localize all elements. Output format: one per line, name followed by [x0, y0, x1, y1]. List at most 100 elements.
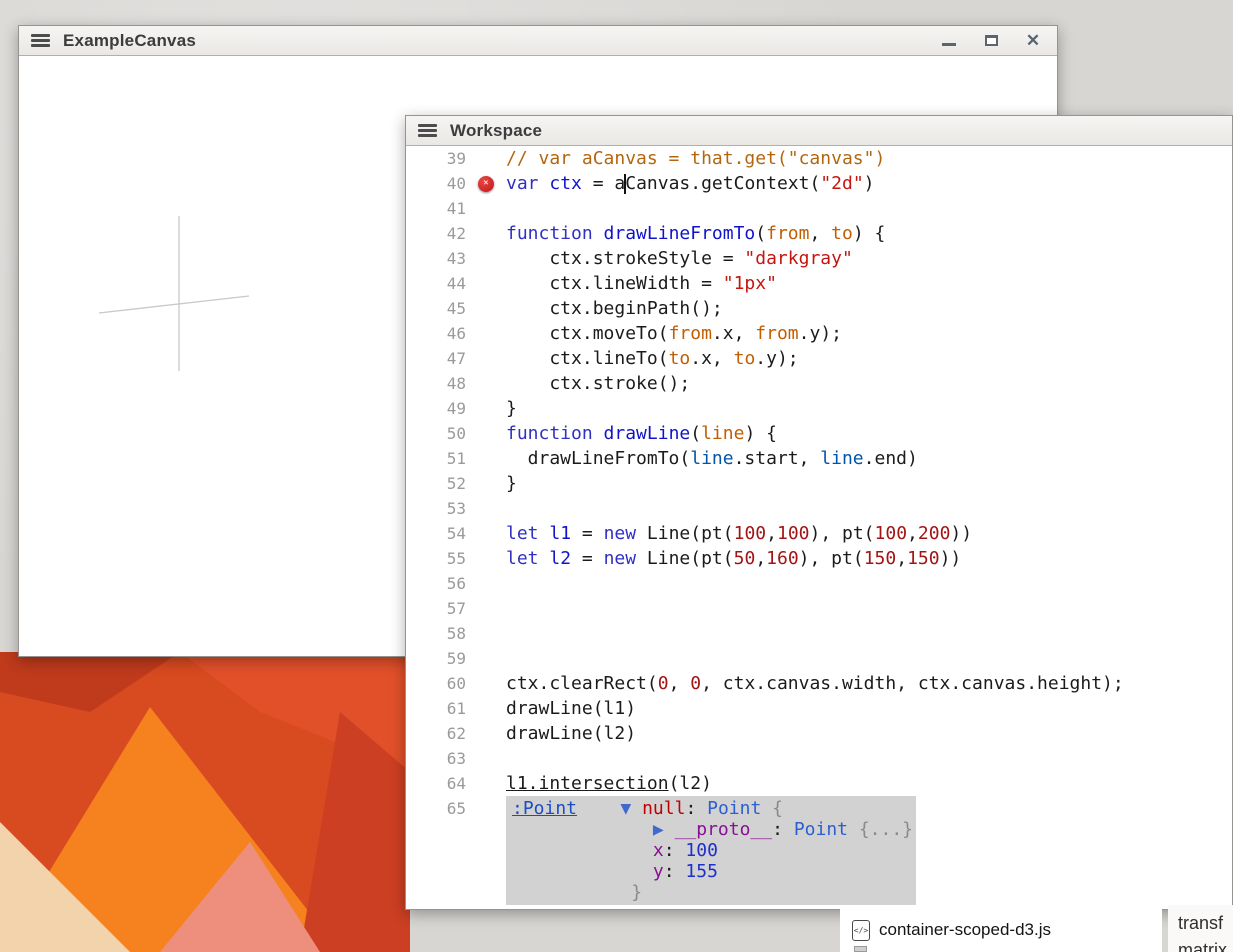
line-number: 41 [406, 196, 466, 221]
code-line[interactable]: 60ctx.clearRect(0, 0, ctx.canvas.width, … [406, 671, 1232, 696]
code-token: let [506, 523, 539, 544]
code-line[interactable]: 40var ctx = aCanvas.getContext("2d") [406, 171, 1232, 196]
code-token[interactable]: ▶ [653, 819, 675, 840]
maximize-icon [985, 35, 998, 46]
code-line[interactable]: 61drawLine(l1) [406, 696, 1232, 721]
code-text: :Point ▼ null: Point { ▶ __proto__: Poin… [506, 796, 916, 905]
code-token: line [701, 423, 744, 444]
code-line[interactable]: 43 ctx.strokeStyle = "darkgray" [406, 246, 1232, 271]
line-number: 45 [406, 296, 466, 321]
code-token: , [907, 523, 918, 544]
code-line[interactable]: 47 ctx.lineTo(to.x, to.y); [406, 346, 1232, 371]
code-token: } [506, 398, 517, 419]
menu-icon[interactable] [31, 34, 50, 47]
code-token: Line(pt( [636, 548, 734, 569]
code-editor[interactable]: 39// var aCanvas = that.get("canvas")40v… [406, 146, 1232, 909]
workspace-titlebar[interactable]: Workspace [406, 116, 1232, 146]
close-button[interactable] [1025, 33, 1041, 49]
gutter-icon-slot [466, 721, 506, 746]
code-token: , [766, 523, 777, 544]
error-icon[interactable] [478, 176, 494, 192]
canvas-line [99, 296, 249, 313]
code-line[interactable]: 64l1.intersection(l2) [406, 771, 1232, 796]
gutter-icon-slot [466, 696, 506, 721]
code-token: new [604, 548, 637, 569]
code-line[interactable]: 57 [406, 596, 1232, 621]
code-token: to [669, 348, 691, 369]
code-token: null [642, 798, 685, 819]
line-number: 63 [406, 746, 466, 771]
code-line[interactable]: 44 ctx.lineWidth = "1px" [406, 271, 1232, 296]
code-line[interactable]: 65:Point ▼ null: Point { ▶ __proto__: Po… [406, 796, 1232, 905]
code-line[interactable]: 52} [406, 471, 1232, 496]
gutter-icon-slot [466, 471, 506, 496]
line-number: 54 [406, 521, 466, 546]
clipped-right-panel: transf matrix [1168, 905, 1233, 952]
menu-icon[interactable] [418, 124, 437, 137]
code-text: } [506, 396, 517, 421]
code-token: ctx.moveTo( [506, 323, 669, 344]
code-line[interactable]: 56 [406, 571, 1232, 596]
code-line[interactable]: 55let l2 = new Line(pt(50,160), pt(150,1… [406, 546, 1232, 571]
code-line[interactable]: 45 ctx.beginPath(); [406, 296, 1232, 321]
code-line[interactable]: 50function drawLine(line) { [406, 421, 1232, 446]
code-token: } [631, 882, 642, 903]
gutter-icon-slot [466, 321, 506, 346]
gutter-icon-slot [466, 596, 506, 621]
file-list-item[interactable]: container-scoped-d3.js [852, 920, 1051, 941]
code-token: "darkgray" [744, 248, 852, 269]
code-token: from [766, 223, 809, 244]
code-token: from [755, 323, 798, 344]
gutter-icon-slot [466, 796, 506, 821]
code-line[interactable]: 54let l1 = new Line(pt(100,100), pt(100,… [406, 521, 1232, 546]
code-line[interactable]: 51 drawLineFromTo(line.start, line.end) [406, 446, 1232, 471]
code-token [512, 861, 653, 882]
eval-result-inspector[interactable]: :Point ▼ null: Point { ▶ __proto__: Poin… [506, 796, 916, 905]
code-line[interactable]: 39// var aCanvas = that.get("canvas") [406, 146, 1232, 171]
code-line[interactable]: 63 [406, 746, 1232, 771]
code-token: ( [755, 223, 766, 244]
code-token: ctx.beginPath(); [506, 298, 723, 319]
code-token: Line(pt( [636, 523, 734, 544]
code-token: y [653, 861, 664, 882]
code-line[interactable]: 62drawLine(l2) [406, 721, 1232, 746]
code-token [593, 223, 604, 244]
gutter-icon-slot [466, 146, 506, 171]
code-token: , ctx.canvas.width, ctx.canvas.height); [701, 673, 1124, 694]
code-token: )) [940, 548, 962, 569]
minimize-button[interactable] [941, 33, 957, 49]
code-token: ctx [549, 173, 582, 194]
line-number: 61 [406, 696, 466, 721]
file-name: container-scoped-d3.js [879, 920, 1051, 940]
desktop: { "colors": { "titlebar-bg1": "#f6f5f3",… [0, 0, 1233, 952]
line-number: 51 [406, 446, 466, 471]
code-token: x [653, 840, 664, 861]
line-number: 65 [406, 796, 466, 821]
code-token: from [669, 323, 712, 344]
inspector-row: } [512, 882, 910, 903]
line-number: 53 [406, 496, 466, 521]
code-text: ctx.lineWidth = "1px" [506, 271, 777, 296]
code-line[interactable]: 41 [406, 196, 1232, 221]
code-token: l1 [549, 523, 571, 544]
code-text: function drawLineFromTo(from, to) { [506, 221, 885, 246]
code-line[interactable]: 48 ctx.stroke(); [406, 371, 1232, 396]
line-number: 55 [406, 546, 466, 571]
code-line[interactable]: 59 [406, 646, 1232, 671]
code-token [539, 173, 550, 194]
code-line[interactable]: 53 [406, 496, 1232, 521]
code-line[interactable]: 58 [406, 621, 1232, 646]
example-canvas-titlebar[interactable]: ExampleCanvas [19, 26, 1057, 56]
code-token: "1px" [723, 273, 777, 294]
code-token[interactable]: ▼ [620, 798, 642, 819]
inspector-row: ▶ __proto__: Point {...} [512, 819, 910, 840]
inspector-type-link[interactable]: :Point [512, 798, 577, 819]
code-token: Point [794, 819, 848, 840]
clipped-label-matrix: matrix [1178, 937, 1233, 952]
code-token: : [664, 840, 686, 861]
code-line[interactable]: 46 ctx.moveTo(from.x, from.y); [406, 321, 1232, 346]
maximize-button[interactable] [983, 33, 999, 49]
code-line[interactable]: 49} [406, 396, 1232, 421]
code-token: Point [707, 798, 761, 819]
code-line[interactable]: 42function drawLineFromTo(from, to) { [406, 221, 1232, 246]
